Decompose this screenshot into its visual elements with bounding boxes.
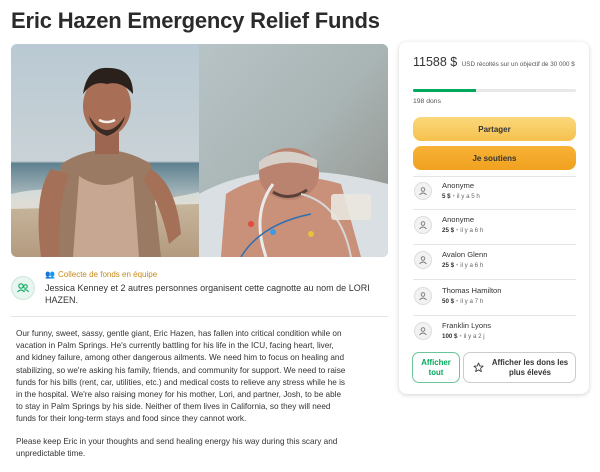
card-divider (413, 244, 576, 245)
card-divider (413, 209, 576, 210)
donation-count: 198 dons (413, 98, 441, 105)
donor-amount: 25 $ (442, 262, 455, 269)
donor-item: Anonyme 5 $ • il y a 5 h (413, 179, 576, 205)
donor-amount: 100 $ (442, 333, 458, 340)
donor-meta: 50 $ • il y a 7 h (442, 298, 483, 305)
amount-raised: 11588 $ USD récoltés sur un objectif de … (413, 56, 578, 70)
star-icon (473, 362, 484, 376)
donor-time: il y a 2 j (463, 333, 485, 340)
donation-sidebar: 11588 $ USD récoltés sur un objectif de … (399, 42, 589, 394)
share-button[interactable]: Partager (413, 117, 576, 141)
team-fundraiser-label: Collecte de fonds en équipe (57, 270, 158, 279)
man-on-beach-photo (11, 44, 199, 257)
hero-image (11, 44, 388, 257)
donor-avatar-icon (414, 287, 432, 305)
page-title: Eric Hazen Emergency Relief Funds (11, 8, 380, 33)
donor-avatar-icon (414, 182, 432, 200)
amount-value: 11588 $ (413, 55, 458, 69)
story-paragraph: Please keep Eric in your thoughts and se… (16, 436, 338, 458)
organizer-section: 👥 Collecte de fonds en équipe Jessica Ken… (11, 268, 388, 308)
see-all-button[interactable]: Afficher tout (412, 352, 460, 383)
bullet-separator: • (456, 262, 459, 269)
donor-time: il y a 6 h (460, 227, 484, 234)
progress-fill (413, 89, 476, 92)
section-divider (11, 316, 388, 317)
see-top-donations-button[interactable]: Afficher les dons les plus élevés (463, 352, 576, 383)
bullet-separator: • (456, 298, 459, 305)
donor-avatar-icon (414, 322, 432, 340)
bullet-separator: • (456, 227, 459, 234)
donor-name: Anonyme (442, 215, 475, 224)
progress-bar (413, 89, 576, 92)
donate-button[interactable]: Je soutiens (413, 146, 576, 170)
donor-avatar-icon (414, 216, 432, 234)
team-fundraiser-tag: 👥 Collecte de fonds en équipe (45, 270, 157, 279)
donor-amount: 25 $ (442, 227, 455, 234)
hospital-icu-photo (199, 44, 388, 257)
donor-amount: 5 $ (442, 193, 451, 200)
donor-time: il y a 6 h (460, 262, 484, 269)
donor-name: Anonyme (442, 181, 475, 190)
donor-avatar-icon (414, 251, 432, 269)
amount-goal-text: USD récoltés sur un objectif de 30 000 $ (461, 61, 575, 68)
story-text: Our funny, sweet, sassy, gentle giant, E… (16, 328, 346, 470)
donor-meta: 25 $ • il y a 6 h (442, 262, 483, 269)
donor-name: Thomas Hamilton (442, 286, 502, 295)
donor-meta: 5 $ • il y a 5 h (442, 193, 480, 200)
donor-name: Franklin Lyons (442, 321, 492, 330)
donor-name: Avalon Glenn (442, 250, 488, 259)
bullet-separator: • (452, 193, 455, 200)
donor-amount: 50 $ (442, 298, 455, 305)
card-divider (413, 176, 576, 177)
donor-time: il y a 5 h (456, 193, 480, 200)
donor-meta: 100 $ • il y a 2 j (442, 333, 485, 340)
donor-item: Franklin Lyons 100 $ • il y a 2 j (413, 319, 576, 345)
see-top-donations-label: Afficher les dons les plus élevés (491, 358, 569, 377)
organizer-text: Jessica Kenney et 2 autres personnes org… (45, 283, 370, 305)
donor-item: Thomas Hamilton 50 $ • il y a 7 h (413, 284, 576, 310)
bullet-separator: • (459, 333, 462, 340)
donor-meta: 25 $ • il y a 6 h (442, 227, 483, 234)
donor-item: Anonyme 25 $ • il y a 6 h (413, 213, 576, 239)
story-paragraph: Our funny, sweet, sassy, gentle giant, E… (16, 329, 346, 424)
donor-time: il y a 7 h (460, 298, 484, 305)
team-avatar-icon (11, 276, 35, 300)
card-divider (413, 315, 576, 316)
team-icon: 👥 (45, 270, 55, 279)
card-divider (413, 279, 576, 280)
donor-item: Avalon Glenn 25 $ • il y a 6 h (413, 248, 576, 274)
